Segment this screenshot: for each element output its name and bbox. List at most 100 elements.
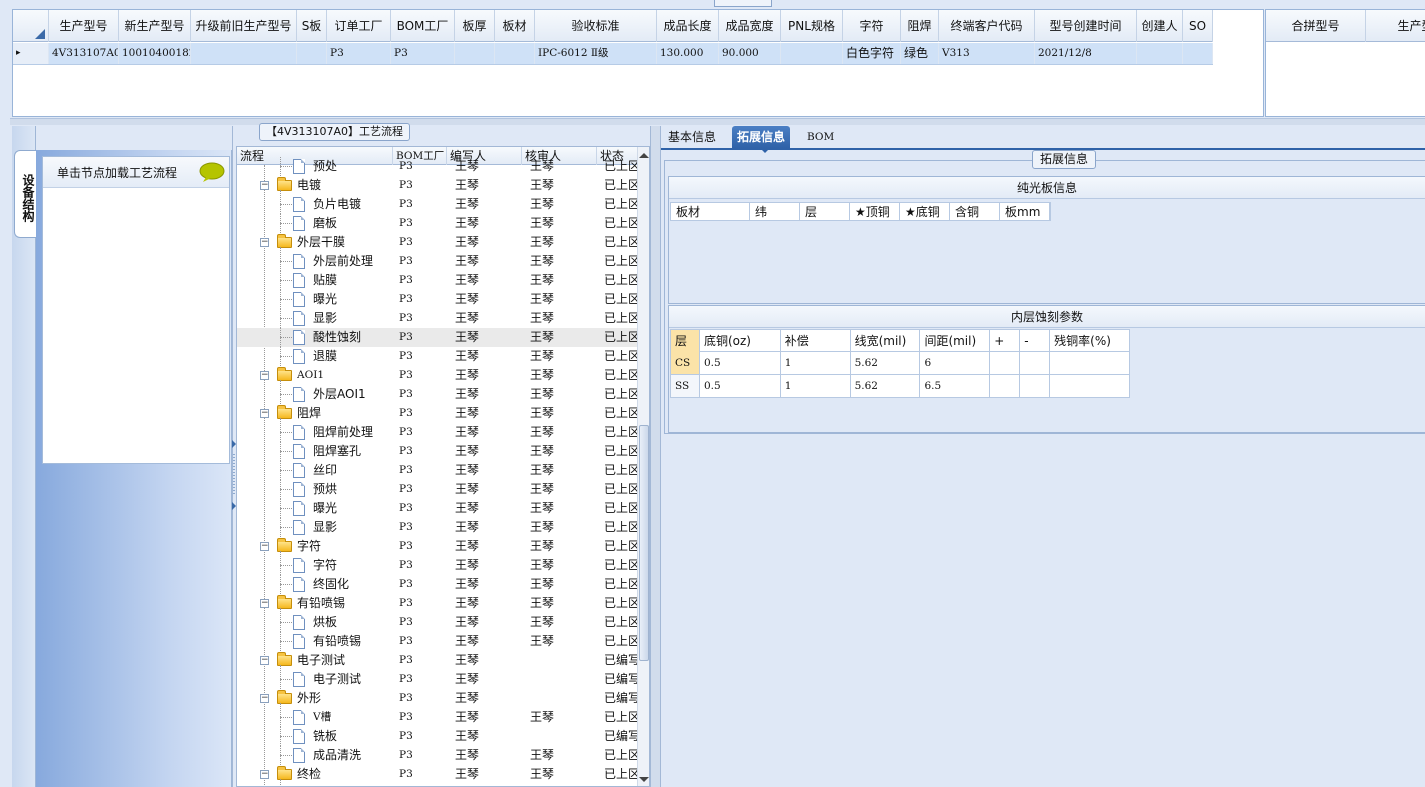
tab-equipment-structure[interactable]: 设备结构 — [14, 150, 38, 238]
tree-row[interactable]: 外层前处理 P3 王琴 王琴 已上区 — [237, 252, 639, 271]
collapse-toggle-icon[interactable]: − — [260, 770, 269, 779]
collapse-toggle-icon[interactable]: − — [260, 238, 269, 247]
col-copper-incl[interactable]: 含铜 — [950, 203, 1000, 221]
etch-cell[interactable]: CS — [671, 352, 700, 374]
model-cell[interactable]: IPC-6012 Ⅱ级 — [535, 43, 657, 64]
tree-row[interactable]: 曝光 P3 王琴 王琴 已上区 — [237, 499, 639, 518]
etch-cell[interactable]: 0.5 — [700, 375, 781, 397]
collapse-toggle-icon[interactable]: − — [260, 409, 269, 418]
tree-scrollbar[interactable] — [637, 147, 649, 786]
etch-cell[interactable]: 1 — [781, 352, 851, 374]
model-col-header[interactable]: 板厚 — [455, 10, 495, 42]
tree-row[interactable]: 显影 P3 王琴 王琴 已上区 — [237, 518, 639, 537]
etch-col-header[interactable]: 残铜率(%) — [1050, 330, 1130, 352]
model-cell[interactable]: 10010400182360 — [119, 43, 191, 64]
model-cell[interactable] — [455, 43, 495, 64]
tree-row[interactable]: − 终检 P3 王琴 王琴 已上区 — [237, 765, 639, 785]
model-cell[interactable]: 白色字符 — [843, 43, 901, 64]
etch-cell[interactable]: 1 — [781, 375, 851, 397]
model-cell[interactable]: 4V313107A0 — [49, 43, 119, 64]
tab-basic-info[interactable]: 基本信息 — [663, 126, 721, 148]
horizontal-splitter[interactable] — [10, 118, 1425, 125]
model-col-header[interactable]: 成品宽度 — [719, 10, 781, 42]
row-indicator-icon[interactable]: ▸ — [13, 43, 49, 64]
tree-row[interactable]: − 有铅喷锡 P3 王琴 王琴 已上区 — [237, 594, 639, 614]
tree-row[interactable]: V槽 P3 王琴 王琴 已上区 — [237, 708, 639, 727]
etch-cell[interactable]: SS — [671, 375, 700, 397]
top-collapsed-tab[interactable] — [714, 0, 772, 7]
etch-cell[interactable] — [990, 352, 1021, 374]
speech-bubble-icon[interactable] — [199, 162, 225, 182]
tree-row[interactable]: − 外层干膜 P3 王琴 王琴 已上区 — [237, 233, 639, 253]
model-cell[interactable]: 绿色 — [901, 43, 939, 64]
tree-row[interactable]: 贴膜 P3 王琴 王琴 已上区 — [237, 271, 639, 290]
tab-bom[interactable]: BOM — [802, 126, 839, 148]
model-col-header[interactable]: PNL规格 — [781, 10, 843, 42]
collapse-toggle-icon[interactable]: − — [260, 599, 269, 608]
tree-row[interactable]: 有铅喷锡 P3 王琴 王琴 已上区 — [237, 632, 639, 651]
model-cell[interactable] — [495, 43, 535, 64]
model-cell[interactable] — [191, 43, 297, 64]
model-col-header[interactable]: 生产型号 — [49, 10, 119, 42]
model-cell[interactable]: 130.000 — [657, 43, 719, 64]
etch-cell[interactable]: 6.5 — [920, 375, 991, 397]
model-col-header[interactable]: 成品长度 — [657, 10, 719, 42]
etch-col-header[interactable]: 间距(mil) — [920, 330, 991, 352]
tree-row[interactable]: 阻焊前处理 P3 王琴 王琴 已上区 — [237, 423, 639, 442]
table-row[interactable]: CS 0.5 1 5.62 6 — [670, 352, 1130, 375]
select-all-corner[interactable] — [13, 10, 49, 42]
collapse-toggle-icon[interactable]: − — [260, 694, 269, 703]
etch-col-header[interactable]: 补偿 — [781, 330, 851, 352]
tab-extended-info[interactable]: 拓展信息 — [732, 126, 791, 153]
model-cell[interactable] — [297, 43, 327, 64]
model-cell[interactable]: P3 — [327, 43, 391, 64]
collapse-toggle-icon[interactable]: − — [260, 542, 269, 551]
table-row[interactable]: ▸4V313107A010010400182360 P3P3 IPC-6012 Ⅱ级… — [13, 43, 1213, 65]
tree-row[interactable]: 阻焊塞孔 P3 王琴 王琴 已上区 — [237, 442, 639, 461]
tree-row[interactable]: 预处 P3 王琴 王琴 已上区 — [237, 157, 639, 176]
tree-row[interactable]: 外层AOI1 P3 王琴 王琴 已上区 — [237, 385, 639, 404]
col-board-material[interactable]: 板材 — [671, 203, 750, 221]
etch-col-header[interactable]: - — [1020, 330, 1051, 352]
model-cell[interactable]: 2021/12/8 — [1035, 43, 1137, 64]
etch-cell[interactable]: 0.5 — [700, 352, 781, 374]
etch-cell[interactable]: 6 — [920, 352, 991, 374]
col-layer[interactable]: 层 — [800, 203, 850, 221]
scroll-up-icon[interactable] — [639, 153, 649, 158]
model-cell[interactable] — [1137, 43, 1183, 64]
merge-col-header[interactable]: 生产型 — [1366, 10, 1425, 42]
tree-row[interactable]: 字符 P3 王琴 王琴 已上区 — [237, 556, 639, 575]
model-col-header[interactable]: 阻焊 — [901, 10, 939, 42]
tree-row[interactable]: − 电子测试 P3 王琴 已编写 — [237, 651, 639, 671]
etch-cell[interactable] — [1050, 352, 1130, 374]
tree-row[interactable]: − 电镀 P3 王琴 王琴 已上区 — [237, 176, 639, 196]
tree-row[interactable]: 烘板 P3 王琴 王琴 已上区 — [237, 613, 639, 632]
model-col-header[interactable]: S板 — [297, 10, 327, 42]
model-col-header[interactable]: 验收标准 — [535, 10, 657, 42]
col-board-mm[interactable]: 板mm — [1000, 203, 1050, 221]
tree-scroll-thumb[interactable] — [639, 425, 649, 661]
model-col-header[interactable]: SO — [1183, 10, 1213, 42]
tree-row[interactable]: 终固化 P3 王琴 王琴 已上区 — [237, 575, 639, 594]
collapse-toggle-icon[interactable]: − — [260, 181, 269, 190]
model-col-header[interactable]: 板材 — [495, 10, 535, 42]
model-col-header[interactable]: 字符 — [843, 10, 901, 42]
tree-row[interactable]: 显影 P3 王琴 王琴 已上区 — [237, 309, 639, 328]
vertical-splitter[interactable] — [650, 126, 661, 787]
etch-cell[interactable] — [1020, 375, 1051, 397]
etch-cell[interactable] — [1020, 352, 1051, 374]
etch-cell[interactable]: 5.62 — [851, 352, 921, 374]
etch-cell[interactable] — [990, 375, 1021, 397]
model-col-header[interactable]: 新生产型号 — [119, 10, 191, 42]
tree-row[interactable]: 酸性蚀刻 P3 王琴 王琴 已上区 — [237, 328, 639, 347]
etch-col-header[interactable]: + — [990, 330, 1021, 352]
model-cell[interactable] — [1183, 43, 1213, 64]
merge-col-header[interactable]: 合拼型号 — [1266, 10, 1366, 42]
collapse-toggle-icon[interactable]: − — [260, 656, 269, 665]
model-col-header[interactable]: 升级前旧生产型号 — [191, 10, 297, 42]
node-load-box[interactable]: 单击节点加载工艺流程 — [42, 156, 230, 464]
model-cell[interactable]: P3 — [391, 43, 455, 64]
model-col-header[interactable]: BOM工厂 — [391, 10, 455, 42]
model-cell[interactable]: 90.000 — [719, 43, 781, 64]
col-bottom-copper[interactable]: ★底铜 — [900, 203, 950, 221]
